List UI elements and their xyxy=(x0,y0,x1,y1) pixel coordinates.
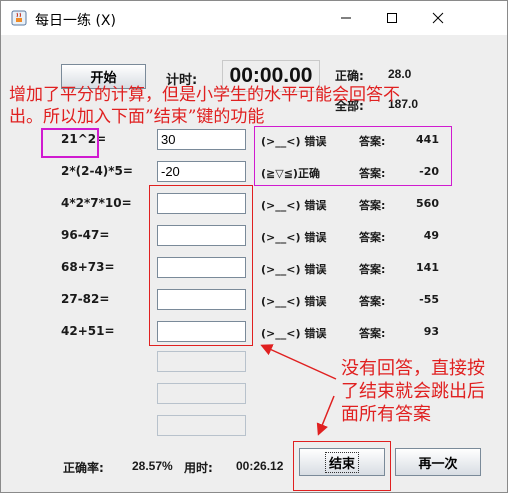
answer-label: 答案: xyxy=(359,295,386,308)
answer-value: -20 xyxy=(419,165,439,178)
time-used-label: 用时: xyxy=(184,461,213,475)
close-button[interactable] xyxy=(415,1,461,35)
disabled-answer-field xyxy=(157,415,246,436)
answer-field[interactable] xyxy=(157,257,246,278)
app-window: 每日一练 (X) 开始 计时: 00:00.00 正确: 28.0 全部: 18… xyxy=(0,0,508,493)
annotation-line: 出。所以加入下面”结束”键的功能 xyxy=(9,107,265,127)
annotation-line: 没有回答，直接按 xyxy=(341,358,485,379)
result-text: (>__<) 错误 xyxy=(261,327,327,340)
question-label: 42+51= xyxy=(61,324,115,338)
result-text: (>__<) 错误 xyxy=(261,295,327,308)
result-text: (>__<) 错误 xyxy=(261,135,327,148)
accuracy-label: 正确率: xyxy=(63,461,104,475)
answer-value: 141 xyxy=(416,261,439,274)
question-label: 2*(2-4)*5= xyxy=(61,164,133,178)
answer-field[interactable]: 30 xyxy=(157,129,246,150)
answer-field[interactable]: -20 xyxy=(157,161,246,182)
answer-value: 49 xyxy=(423,229,439,242)
arrow-to-fields xyxy=(260,344,337,380)
result-text: (>__<) 错误 xyxy=(261,263,327,276)
question-label: 21^2= xyxy=(61,132,107,146)
maximize-icon xyxy=(387,13,397,23)
disabled-answer-field xyxy=(157,383,246,404)
answer-value: 93 xyxy=(423,325,439,338)
arrow-to-end-button xyxy=(316,395,335,436)
annotation-note-side: 没有回答，直接按 了结束就会跳出后 面所有答案 xyxy=(341,357,485,426)
end-button[interactable]: 结束 xyxy=(299,448,385,476)
correct-value: 28.0 xyxy=(388,67,412,81)
question-label: 68+73= xyxy=(61,260,115,274)
minimize-icon xyxy=(341,17,351,19)
answer-label: 答案: xyxy=(359,263,386,276)
question-label: 27-82= xyxy=(61,292,110,306)
result-text: (>__<) 错误 xyxy=(261,231,327,244)
answer-field[interactable] xyxy=(157,193,246,214)
answer-value: -55 xyxy=(419,293,439,306)
answer-label: 答案: xyxy=(359,135,386,148)
result-text: (≧▽≦)正确 xyxy=(261,167,320,180)
answer-label: 答案: xyxy=(359,231,386,244)
answer-label: 答案: xyxy=(359,199,386,212)
close-icon xyxy=(432,12,444,24)
answer-field[interactable] xyxy=(157,321,246,342)
annotation-line: 了结束就会跳出后 xyxy=(341,381,485,402)
annotation-note-top: 增加了平分的计算，但是小学生的水平可能会回答不 出。所以加入下面”结束”键的功能 xyxy=(9,84,400,128)
answer-field[interactable] xyxy=(157,225,246,246)
accuracy-value: 28.57% xyxy=(132,459,173,473)
end-button-label: 结束 xyxy=(324,451,360,473)
answer-value: 441 xyxy=(416,133,439,146)
again-button[interactable]: 再一次 xyxy=(395,448,481,476)
annotation-line: 面所有答案 xyxy=(341,404,431,425)
question-label: 96-47= xyxy=(61,228,110,242)
correct-label: 正确: xyxy=(335,69,364,83)
java-app-icon xyxy=(11,10,27,26)
title-bar: 每日一练 (X) xyxy=(1,1,507,35)
question-label: 4*2*7*10= xyxy=(61,196,132,210)
answer-value: 560 xyxy=(416,197,439,210)
minimize-button[interactable] xyxy=(323,1,369,35)
annotation-line: 增加了平分的计算，但是小学生的水平可能会回答不 xyxy=(9,85,400,105)
result-text: (>__<) 错误 xyxy=(261,199,327,212)
answer-label: 答案: xyxy=(359,167,386,180)
answer-field[interactable] xyxy=(157,289,246,310)
again-button-label: 再一次 xyxy=(418,456,458,472)
window-title: 每日一练 (X) xyxy=(35,13,116,29)
time-used-value: 00:26.12 xyxy=(236,459,284,473)
answer-label: 答案: xyxy=(359,327,386,340)
maximize-button[interactable] xyxy=(369,1,415,35)
disabled-answer-field xyxy=(157,351,246,372)
